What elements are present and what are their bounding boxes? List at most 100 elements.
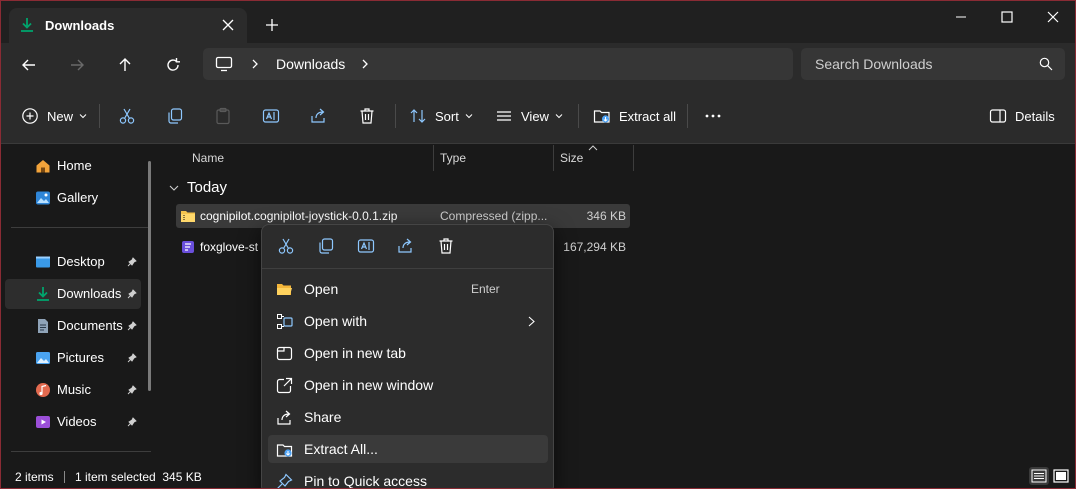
file-size: 346 KB [586,209,626,223]
details-pane-icon [989,109,1007,123]
sort-button[interactable]: Sort [409,106,473,126]
menu-item-label: Open in new tab [304,345,406,361]
desktop-icon [36,256,50,268]
pin-icon[interactable] [127,353,137,363]
scissors-icon [119,108,135,124]
explorer-window: Downloads Downloads Search Downloads New… [0,0,1076,489]
menu-item-open[interactable]: Open Enter [268,275,548,303]
menu-item-pin-to-quick-access[interactable]: Pin to Quick access [268,467,548,489]
file-name: foxglove-st [200,240,259,254]
tab-downloads[interactable]: Downloads [9,8,247,43]
sidebar-item-label: Home [57,158,92,173]
paste-icon [216,107,230,125]
new-tab-icon[interactable] [263,16,281,34]
trash-icon[interactable] [437,237,455,255]
column-divider[interactable] [553,145,554,171]
file-size: 167,294 KB [563,240,626,254]
view-lines-icon [497,111,511,121]
group-header-today[interactable]: Today [169,179,227,196]
close-tab-icon[interactable] [219,16,237,34]
sidebar-item-home[interactable]: Home [5,151,141,181]
forward-arrow-icon[interactable] [67,55,87,75]
up-arrow-icon[interactable] [115,55,135,75]
sidebar-item-music[interactable]: Music [5,375,141,405]
tiles-view-icon[interactable] [1051,467,1071,485]
menu-item-open-in-new-window[interactable]: Open in new window [268,371,548,399]
extract-all-button[interactable]: Extract all [593,106,676,126]
share-icon [277,410,291,425]
menu-item-extract-all[interactable]: Extract All... [268,435,548,463]
menu-item-share[interactable]: Share [268,403,548,431]
rename-icon[interactable] [357,237,375,255]
column-divider[interactable] [633,145,634,171]
tab-label: Downloads [45,18,115,33]
pin-icon[interactable] [127,417,137,427]
share-icon[interactable] [397,237,415,255]
plus-circle-icon [22,108,38,124]
sidebar-item-documents[interactable]: Documents [5,311,141,341]
refresh-icon[interactable] [163,55,183,75]
scissors-icon[interactable] [277,237,295,255]
copy-icon[interactable] [317,237,335,255]
divider [11,227,151,228]
column-header-name[interactable]: Name [192,151,224,165]
sidebar-scrollbar[interactable] [148,161,151,391]
search-icon[interactable] [1039,57,1053,71]
sidebar-item-desktop[interactable]: Desktop [5,247,141,277]
new-button[interactable]: New [21,106,87,126]
copy-icon [168,108,183,124]
more-options-button[interactable] [704,106,722,126]
copy-button[interactable] [166,106,184,126]
sidebar-item-label: Pictures [57,350,104,365]
navigation-pane: Home Gallery Desktop Downloads Documents… [1,145,161,463]
back-arrow-icon[interactable] [19,55,39,75]
address-bar[interactable]: Downloads [203,48,793,80]
search-box[interactable]: Search Downloads [801,48,1065,80]
open-with-icon [277,314,293,329]
paste-button[interactable] [214,106,232,126]
sort-label: Sort [435,108,459,124]
column-divider[interactable] [433,145,434,171]
menu-item-open-in-new-tab[interactable]: Open in new tab [268,339,548,367]
chevron-down-icon [465,114,473,119]
shortcut-label: Enter [471,282,500,296]
pin-icon[interactable] [127,321,137,331]
navigation-bar: Downloads Search Downloads [1,43,1075,88]
close-window-icon[interactable] [1043,7,1063,27]
minimize-icon[interactable] [951,7,971,27]
chevron-right-icon[interactable] [359,57,371,71]
sidebar-item-gallery[interactable]: Gallery [5,183,141,213]
context-quick-actions [262,225,553,269]
chevron-down-icon [169,185,179,191]
videos-icon [36,416,50,428]
sidebar-item-pictures[interactable]: Pictures [5,343,141,373]
cut-button[interactable] [118,106,136,126]
breadcrumb-downloads[interactable]: Downloads [276,56,345,72]
details-view-icon[interactable] [1029,467,1049,485]
column-header-type[interactable]: Type [440,151,466,165]
context-menu: Open Enter Open with Open in new tab Ope… [261,224,554,489]
column-header-size[interactable]: Size [560,151,583,165]
this-pc-icon[interactable] [215,56,233,72]
sidebar-item-videos[interactable]: Videos [5,407,141,437]
sidebar-item-downloads[interactable]: Downloads [5,279,141,309]
music-icon [36,383,50,397]
item-count: 2 items [15,470,54,484]
share-button[interactable] [310,106,328,126]
chevron-down-icon [555,114,563,119]
view-button[interactable]: View [495,106,563,126]
sidebar-item-label: Documents [57,318,123,333]
menu-item-label: Pin to Quick access [304,473,427,489]
delete-button[interactable] [358,106,376,126]
command-bar: New Sort View Extract all Details [1,88,1075,144]
pin-icon[interactable] [127,289,137,299]
chevron-right-icon[interactable] [249,57,261,71]
pin-icon[interactable] [127,257,137,267]
sort-ascending-icon [588,145,598,151]
pin-icon[interactable] [127,385,137,395]
details-button[interactable]: Details [989,106,1055,126]
rename-button[interactable] [262,106,280,126]
menu-item-open-with[interactable]: Open with [268,307,548,335]
file-name: cognipilot.cognipilot-joystick-0.0.1.zip [200,209,398,223]
maximize-icon[interactable] [997,7,1017,27]
